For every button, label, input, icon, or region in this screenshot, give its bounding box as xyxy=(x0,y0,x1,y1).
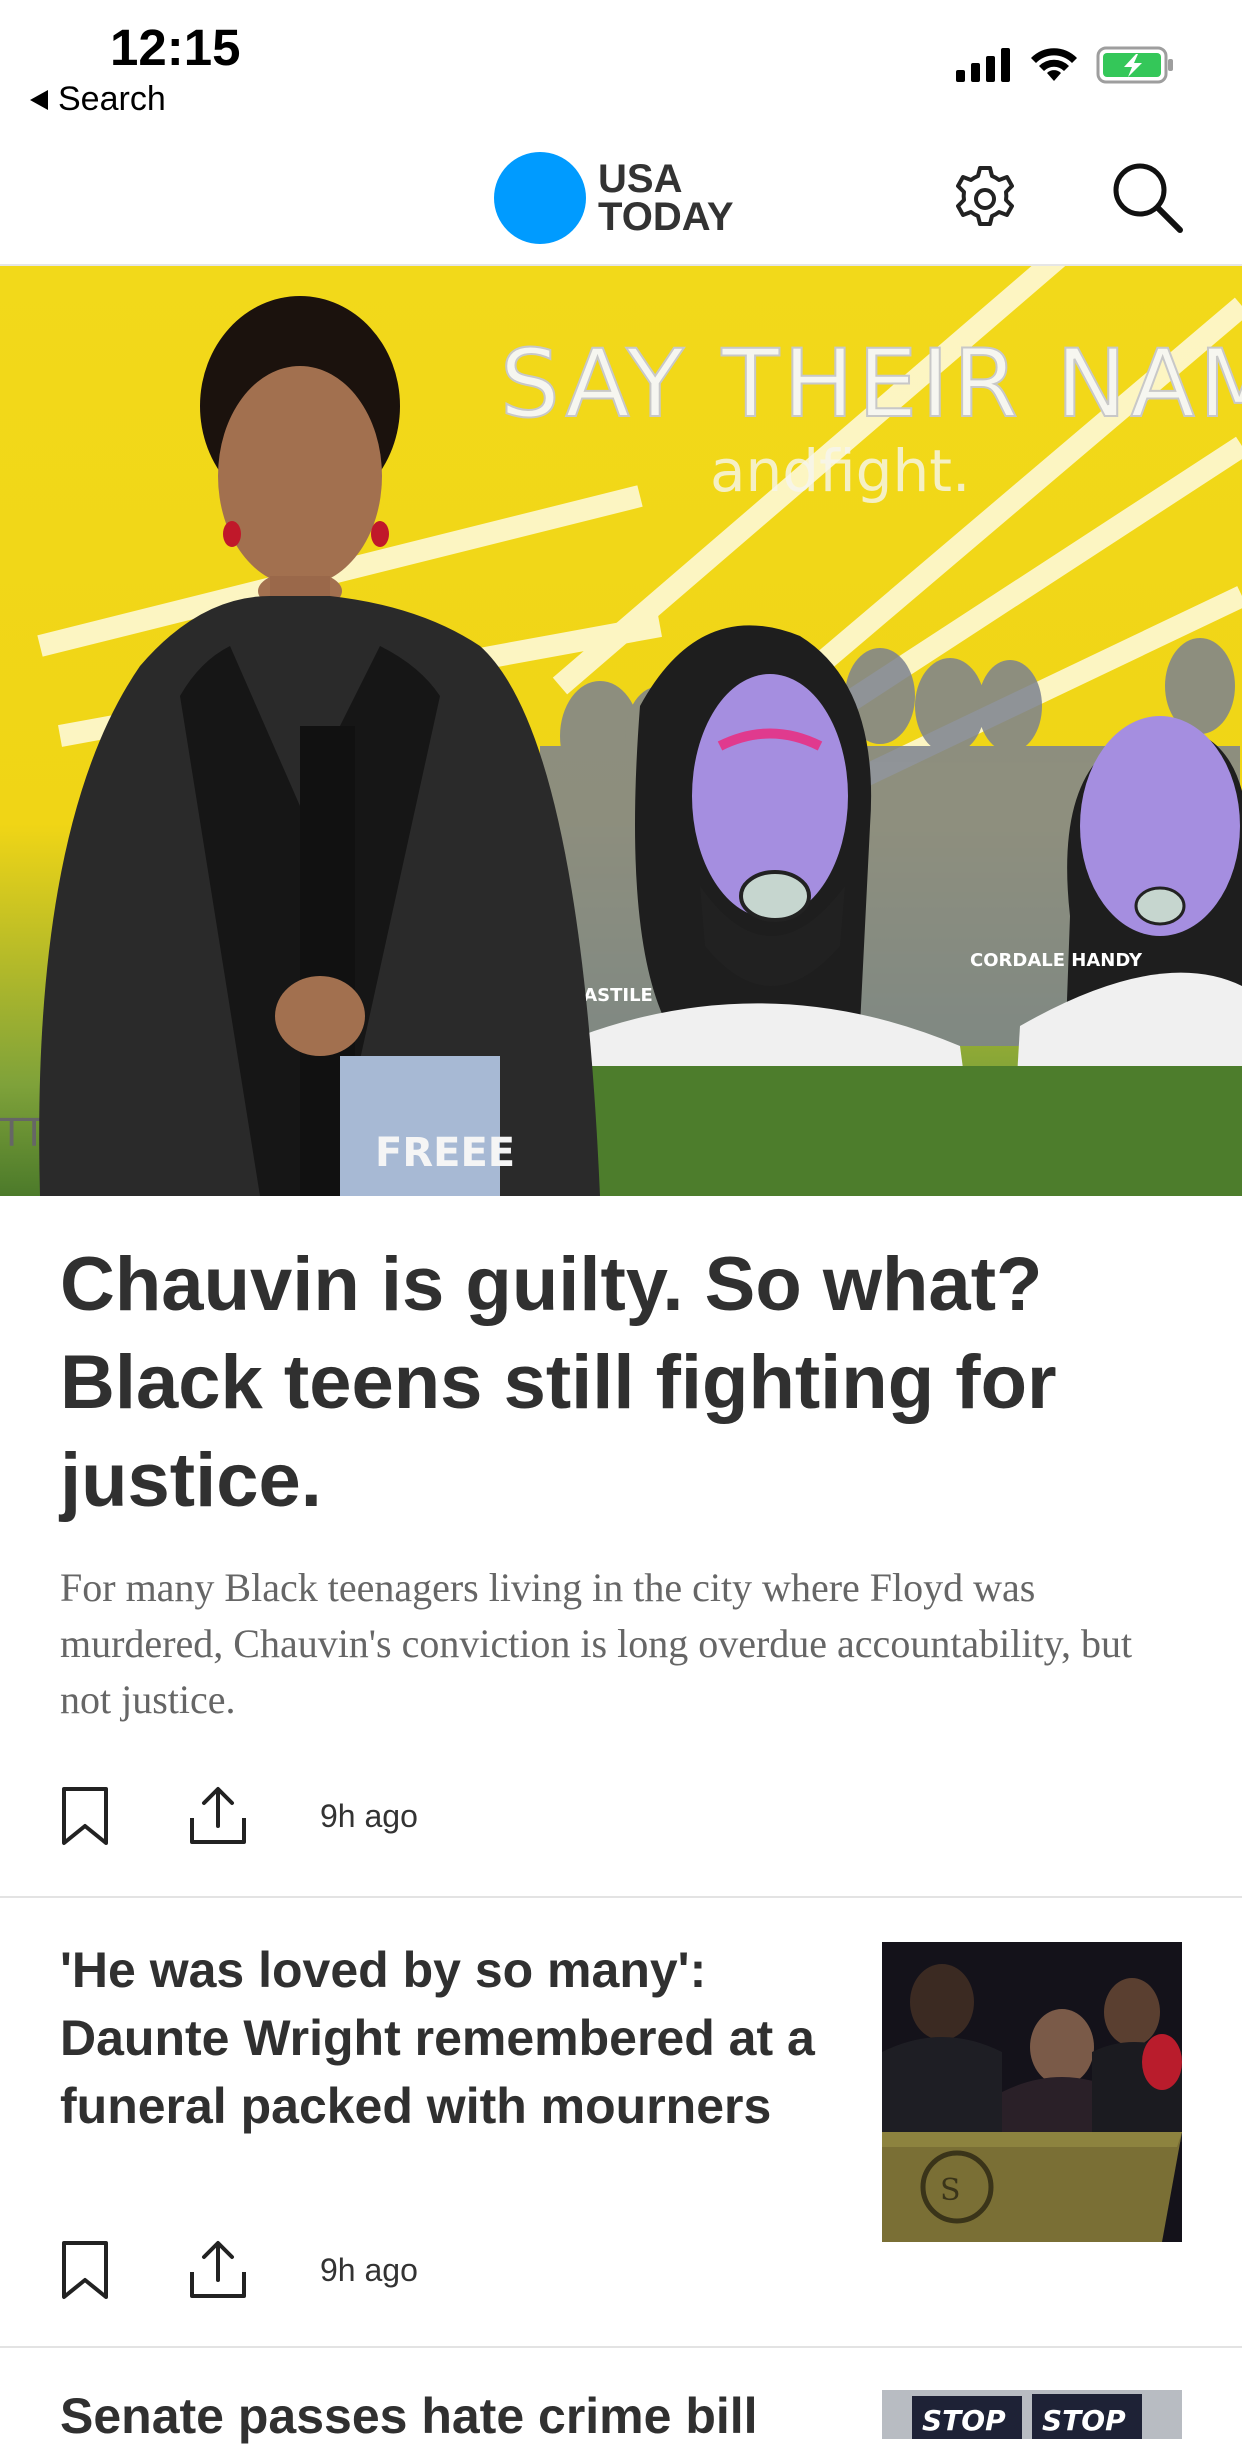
protest-sign-text: STOP xyxy=(922,2404,1006,2437)
mural-headline: SAY THEIR NAMES xyxy=(500,330,1242,439)
mural-name-label: CORDALE HANDY xyxy=(970,950,1143,971)
protest-sign-text-2: STOP xyxy=(1042,2404,1126,2437)
story-thumbnail-photo: S xyxy=(882,1942,1182,2242)
logo-dot xyxy=(494,152,586,244)
timestamp: 9h ago xyxy=(320,2251,418,2288)
cellular-signal-icon xyxy=(956,48,1010,82)
hero-photo: SAY THEIR NAMES andfight. CORDALE HANDY … xyxy=(0,266,1242,1196)
divider xyxy=(0,1896,1242,1898)
svg-text:S: S xyxy=(940,2173,961,2208)
mural-subtext: andfight. xyxy=(710,437,970,505)
story-thumbnail[interactable]: S xyxy=(882,1942,1182,2242)
logo-line1: USA xyxy=(598,157,683,201)
hero-headline[interactable]: Chauvin is guilty. So what? Black teens … xyxy=(60,1236,1190,1530)
back-to-search-button[interactable]: Search xyxy=(30,80,166,119)
logo-line2: TODAY xyxy=(598,195,734,239)
story-thumbnail-photo: STOP STOP xyxy=(882,2390,1182,2439)
bookmark-icon[interactable] xyxy=(60,2240,110,2300)
divider xyxy=(0,2346,1242,2348)
story-thumbnail[interactable]: STOP STOP xyxy=(882,2390,1182,2439)
hero-actions: 9h ago xyxy=(60,1786,418,1846)
hero-image[interactable]: SAY THEIR NAMES andfight. CORDALE HANDY … xyxy=(0,266,1242,1196)
share-icon[interactable] xyxy=(188,2240,248,2300)
share-icon[interactable] xyxy=(188,1786,248,1846)
story-headline[interactable]: Senate passes hate crime bill xyxy=(60,2382,850,2450)
story-headline[interactable]: 'He was loved by so many': Daunte Wright… xyxy=(60,1936,850,2140)
search-icon[interactable] xyxy=(1110,160,1184,234)
back-arrow-icon xyxy=(30,89,48,110)
status-time: 12:15 xyxy=(110,19,241,76)
status-bar: 12:15 Search xyxy=(0,0,1242,130)
logo-text: USA TODAY xyxy=(598,157,734,239)
story-actions: 9h ago xyxy=(60,2240,418,2300)
wifi-icon xyxy=(1031,48,1077,81)
gear-icon[interactable] xyxy=(950,164,1020,234)
bookmark-icon[interactable] xyxy=(60,1786,110,1846)
back-search-label: Search xyxy=(58,80,166,118)
timestamp: 9h ago xyxy=(320,1797,418,1834)
hero-summary[interactable]: For many Black teenagers living in the c… xyxy=(60,1560,1170,1728)
usa-today-logo[interactable]: USA TODAY xyxy=(494,152,734,244)
jeans-text: FREEE xyxy=(375,1130,515,1176)
battery-charging-icon xyxy=(1096,46,1173,84)
app-header: USA TODAY xyxy=(0,130,1242,266)
system-icons xyxy=(956,46,1176,84)
